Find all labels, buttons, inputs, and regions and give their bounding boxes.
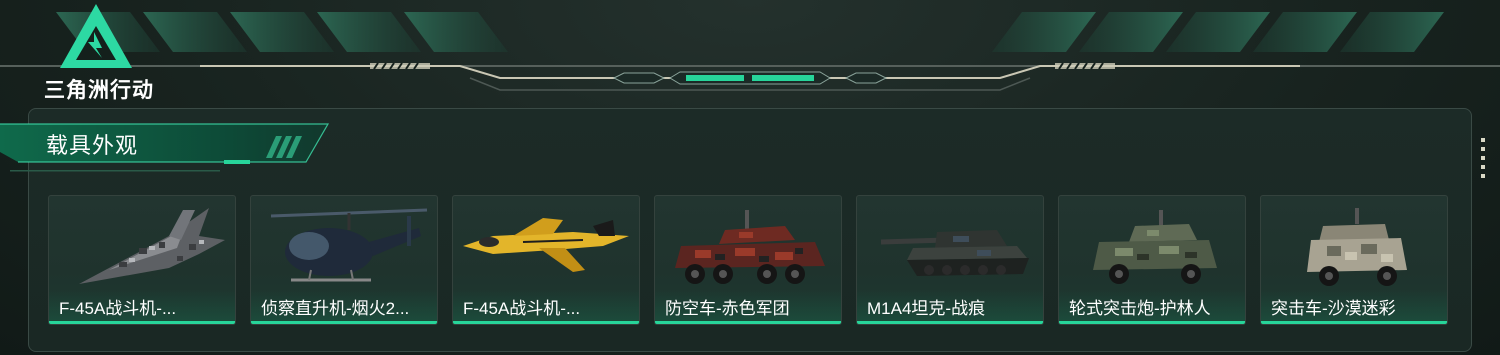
- assault-vehicle-desert-icon: [1307, 208, 1407, 286]
- scout-helicopter-icon: [270, 208, 428, 282]
- vehicle-card[interactable]: 轮式突击炮-护林人: [1058, 195, 1246, 325]
- card-accent-bar: [1261, 321, 1447, 324]
- tank-icon: [880, 230, 1029, 276]
- vehicle-card-label: 防空车-赤色军团: [665, 299, 790, 318]
- card-accent-bar: [251, 321, 437, 324]
- vehicle-card-label: M1A4坦克-战痕: [867, 299, 986, 318]
- vehicle-skin-list: F-45A战斗机-... 侦察直升机-烟火2... F-45A战斗机-... 防…: [48, 195, 1450, 325]
- vehicle-card[interactable]: M1A4坦克-战痕: [856, 195, 1044, 325]
- wheeled-assault-gun-icon: [1093, 210, 1217, 284]
- fighter-jet-yellow-icon: [463, 218, 629, 272]
- header-decoration: [0, 12, 1500, 91]
- card-accent-bar: [1059, 321, 1245, 324]
- vehicle-card[interactable]: 防空车-赤色军团: [654, 195, 842, 325]
- card-accent-bar: [49, 321, 235, 324]
- fighter-jet-digital-camo-icon: [79, 208, 225, 284]
- vehicle-card[interactable]: F-45A战斗机-...: [48, 195, 236, 325]
- anti-air-vehicle-red-camo-icon: [675, 210, 825, 284]
- vehicle-card-label: F-45A战斗机-...: [59, 299, 177, 318]
- vehicle-card[interactable]: 侦察直升机-烟火2...: [250, 195, 438, 325]
- card-accent-bar: [453, 321, 639, 324]
- brand-name: 三角洲行动: [44, 79, 154, 102]
- vehicle-card-label: F-45A战斗机-...: [463, 299, 581, 318]
- section-title: 载具外观: [46, 133, 139, 158]
- vehicle-card-label: 轮式突击炮-护林人: [1069, 299, 1211, 318]
- vehicle-card[interactable]: 突击车-沙漠迷彩: [1260, 195, 1448, 325]
- panel-scroll-indicator: [1481, 138, 1485, 182]
- card-accent-bar: [857, 321, 1043, 324]
- vehicle-card[interactable]: F-45A战斗机-...: [452, 195, 640, 325]
- vehicle-card-label: 侦察直升机-烟火2...: [261, 299, 410, 318]
- card-accent-bar: [655, 321, 841, 324]
- vehicle-card-label: 突击车-沙漠迷彩: [1271, 299, 1396, 318]
